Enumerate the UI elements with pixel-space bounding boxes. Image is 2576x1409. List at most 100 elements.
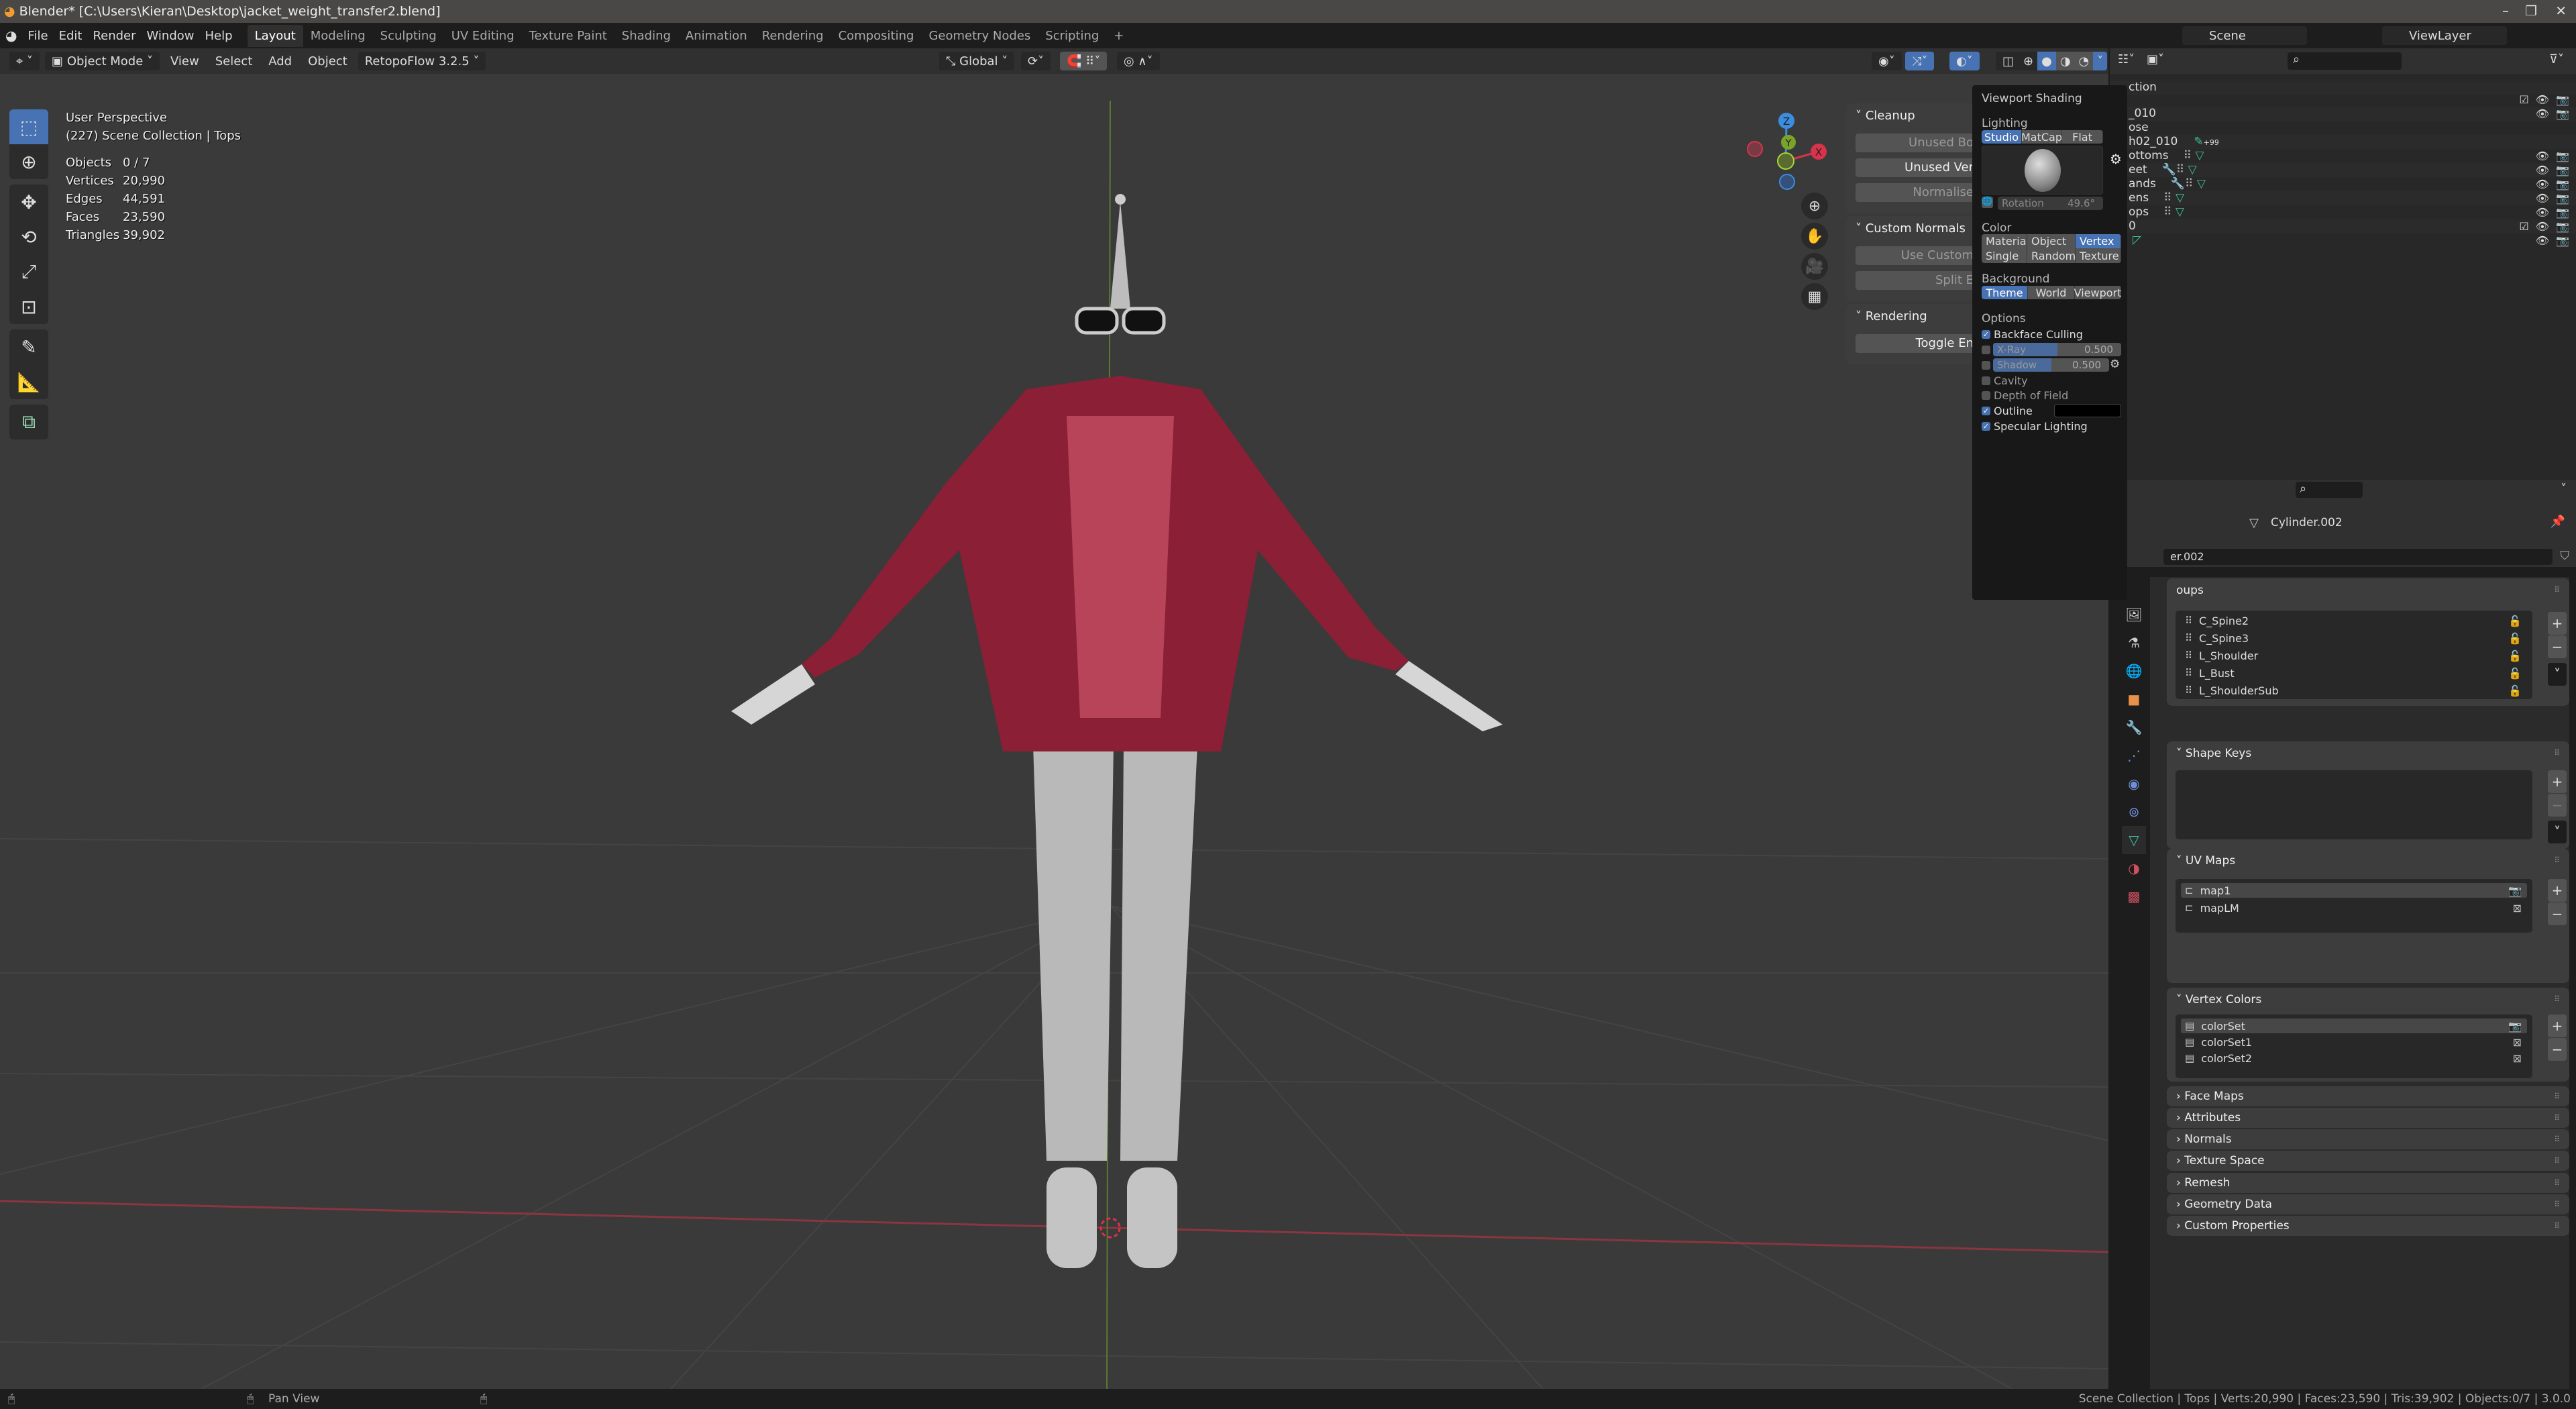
- outliner-row[interactable]: ◸ 👁 📷: [2110, 233, 2576, 248]
- exclude-checkbox[interactable]: ☑: [2519, 219, 2528, 233]
- specular-lighting-checkbox[interactable]: ✓ Specular Lighting: [1982, 419, 2088, 433]
- color-single-button[interactable]: Single: [1982, 248, 2027, 263]
- outliner-row[interactable]: ☑ 👁 📷: [2110, 93, 2576, 107]
- world-space-lighting-icon[interactable]: 🌐: [1982, 197, 1993, 208]
- rendering-header[interactable]: ˅ Rendering: [1856, 309, 1978, 328]
- shadow-checkbox[interactable]: [1982, 358, 1994, 372]
- drag-handle-icon[interactable]: ⠿: [2554, 855, 2560, 865]
- material-shading-button[interactable]: ◑: [2055, 52, 2075, 70]
- unused-bones-button[interactable]: Unused Bo: [1856, 134, 1978, 152]
- blender-menu-icon[interactable]: ◕: [0, 28, 22, 44]
- menu-object[interactable]: Object: [303, 52, 353, 71]
- normalise-button[interactable]: Normalise: [1856, 183, 1978, 202]
- workspace-tab-rendering[interactable]: Rendering: [755, 25, 831, 47]
- camera-icon[interactable]: 📷: [2556, 107, 2569, 121]
- face-maps-panel[interactable]: › Face Maps ⠿: [2167, 1086, 2569, 1106]
- xray-toggle[interactable]: ◫: [1996, 52, 2021, 70]
- options-dropdown[interactable]: ˅: [2561, 482, 2567, 496]
- lighting-flat-button[interactable]: Flat: [2062, 130, 2103, 144]
- ortho-grid-icon[interactable]: ▦: [1801, 283, 1828, 310]
- outliner-row[interactable]: ops ⠿ ▽ 👁 📷: [2110, 205, 2576, 219]
- particles-tab-icon[interactable]: ⋰: [2122, 741, 2146, 770]
- snap-toggle[interactable]: 🧲 ⠿˅: [1060, 52, 1108, 70]
- vertex-group-item[interactable]: ⠿ L_Shoulder 🔓: [2181, 648, 2527, 663]
- mesh-name-field[interactable]: er.002: [2163, 549, 2553, 565]
- toggle-button[interactable]: Toggle En: [1856, 334, 1978, 353]
- use-custom-normals-button[interactable]: Use Custom: [1856, 246, 1978, 265]
- color-object-button[interactable]: Object: [2027, 234, 2076, 248]
- texture-space-panel[interactable]: › Texture Space ⠿: [2167, 1151, 2569, 1171]
- backface-culling-checkbox[interactable]: ✓ Backface Culling: [1982, 327, 2083, 341]
- workspace-tab-layout[interactable]: Layout: [247, 24, 303, 47]
- z-axis-handle[interactable]: Z: [1778, 113, 1794, 129]
- add-shape-key-button[interactable]: +: [2548, 770, 2567, 793]
- vertex-color-item[interactable]: ▤ colorSet2 ⊠: [2181, 1051, 2527, 1065]
- rendered-shading-button[interactable]: ◔: [2074, 52, 2094, 70]
- active-render-camera-icon[interactable]: 📷: [2508, 1020, 2522, 1033]
- menu-edit[interactable]: Edit: [54, 29, 88, 43]
- transform-tool-icon[interactable]: ⊡: [9, 289, 48, 324]
- drag-handle-icon[interactable]: ⠿: [2554, 585, 2560, 594]
- cleanup-header[interactable]: ˅ Cleanup: [1856, 109, 1978, 127]
- world-tab-icon[interactable]: 🌐: [2122, 657, 2146, 685]
- outliner-row[interactable]: h02_010 ✎+99: [2110, 135, 2576, 149]
- object-tab-icon[interactable]: ■: [2122, 685, 2146, 713]
- neg-y-axis-handle[interactable]: [1777, 152, 1794, 170]
- uv-map-item[interactable]: ⊏ map1 📷: [2181, 883, 2527, 898]
- proportional-edit-button[interactable]: ◎ ∧˅: [1117, 52, 1160, 70]
- remove-uv-map-button[interactable]: −: [2548, 902, 2567, 925]
- minimize-button[interactable]: –: [2502, 3, 2509, 19]
- background-theme-button[interactable]: Theme: [1982, 286, 2028, 299]
- view-layer-selector[interactable]: ViewLayer: [2382, 26, 2507, 45]
- remove-vertex-group-button[interactable]: −: [2548, 635, 2567, 658]
- zoom-icon[interactable]: ⊕: [1801, 193, 1828, 219]
- retopoflow-menu[interactable]: RetopoFlow 3.2.5 ˅: [358, 52, 486, 70]
- uv-maps-header[interactable]: ˅ UV Maps: [2176, 854, 2235, 868]
- workspace-tab-animation[interactable]: Animation: [678, 25, 755, 47]
- exclude-checkbox[interactable]: ☑: [2519, 93, 2528, 107]
- custom-properties-panel[interactable]: › Custom Properties ⠿: [2167, 1216, 2569, 1236]
- scene-selector[interactable]: Scene: [2182, 26, 2307, 45]
- eye-icon[interactable]: 👁: [2536, 233, 2549, 248]
- lock-icon[interactable]: 🔓: [2508, 615, 2522, 627]
- overlays-toggle[interactable]: ◐˅: [1949, 52, 1980, 70]
- workspace-tab-compositing[interactable]: Compositing: [831, 25, 922, 47]
- eye-icon[interactable]: 👁: [2536, 163, 2549, 177]
- shape-key-specials-button[interactable]: ˅: [2548, 821, 2567, 843]
- camera-icon[interactable]: 📷: [2556, 177, 2569, 191]
- vertex-color-item[interactable]: ▤ colorSet1 ⊠: [2181, 1035, 2527, 1049]
- menu-add[interactable]: Add: [263, 52, 297, 71]
- studio-light-preview[interactable]: [1982, 146, 2103, 195]
- neg-z-axis-handle[interactable]: [1779, 174, 1795, 190]
- camera-icon[interactable]: 📷: [2556, 205, 2569, 219]
- pan-hand-icon[interactable]: ✋: [1801, 223, 1828, 250]
- move-tool-icon[interactable]: ✥: [9, 185, 48, 219]
- color-vertex-button[interactable]: Vertex: [2076, 234, 2121, 248]
- transform-orientation-selector[interactable]: ⤡ Global ˅: [939, 52, 1015, 70]
- outliner-row[interactable]: eet 🔧⠿ ▽ 👁 📷: [2110, 163, 2576, 177]
- lighting-matcap-button[interactable]: MatCap: [2021, 130, 2062, 144]
- pin-icon[interactable]: 📌: [2551, 515, 2565, 529]
- eye-icon[interactable]: 👁: [2536, 107, 2549, 121]
- physics-tab-icon[interactable]: ◉: [2122, 770, 2146, 798]
- active-render-camera-icon[interactable]: 📷: [2508, 884, 2522, 897]
- outliner-row[interactable]: _010 👁 📷: [2110, 107, 2576, 121]
- camera-view-icon[interactable]: 🎥: [1801, 253, 1828, 280]
- render-disabled-icon[interactable]: ⊠: [2513, 1036, 2522, 1049]
- vertex-group-item[interactable]: ⠿ C_Spine2 🔓: [2181, 613, 2527, 628]
- drag-handle-icon[interactable]: ⠿: [2554, 994, 2560, 1004]
- vertex-color-item[interactable]: ▤ colorSet 📷: [2181, 1019, 2527, 1033]
- navigation-gizmo[interactable]: Y Z X: [1744, 107, 1838, 201]
- render-disabled-icon[interactable]: ⊠: [2513, 902, 2522, 915]
- lock-icon[interactable]: 🔓: [2508, 649, 2522, 662]
- preferences-gear-icon[interactable]: ⚙: [2110, 151, 2122, 167]
- menu-view[interactable]: View: [165, 52, 205, 71]
- mesh-data-tab-icon[interactable]: ▽: [2122, 826, 2146, 854]
- scene-tab-icon[interactable]: ⚗: [2122, 629, 2146, 657]
- workspace-tab-sculpting[interactable]: Sculpting: [373, 25, 444, 47]
- rotate-tool-icon[interactable]: ⟲: [9, 219, 48, 254]
- workspace-tab-scripting[interactable]: Scripting: [1038, 25, 1106, 47]
- vertex-colors-header[interactable]: ˅ Vertex Colors: [2176, 993, 2261, 1006]
- camera-icon[interactable]: 📷: [2556, 163, 2569, 177]
- outline-checkbox[interactable]: ✓ Outline: [1982, 404, 2033, 417]
